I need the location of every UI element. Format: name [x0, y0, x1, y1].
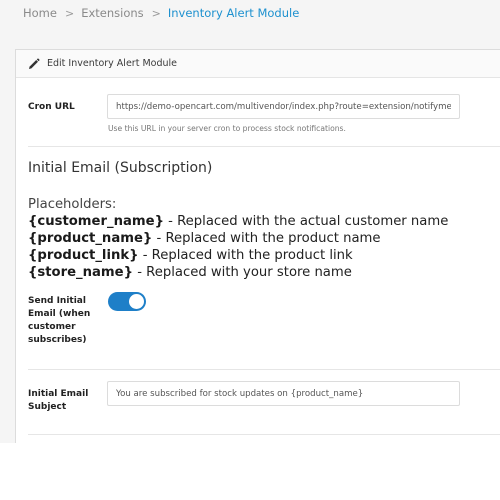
placeholder-item: {customer_name} - Replaced with the actu… — [28, 213, 448, 230]
placeholders-list: Placeholders: {customer_name} - Replaced… — [28, 196, 448, 281]
initial-email-subject-label: Initial Email Subject — [28, 388, 88, 414]
breadcrumb-home-link[interactable]: Home — [23, 6, 57, 20]
placeholder-token: {product_name} — [28, 231, 153, 246]
card-title: Edit Inventory Alert Module — [47, 58, 177, 69]
cron-url-label: Cron URL — [28, 102, 75, 112]
toggle-knob — [129, 294, 144, 309]
placeholder-token: {store_name} — [28, 265, 134, 280]
card-header: Edit Inventory Alert Module — [16, 50, 500, 78]
initial-email-subject-input[interactable] — [107, 381, 460, 406]
label-line: Subject — [28, 402, 67, 412]
send-initial-email-toggle[interactable] — [108, 292, 146, 311]
section-divider — [28, 434, 500, 435]
placeholders-heading: Placeholders: — [28, 197, 117, 212]
placeholder-description: - Replaced with your store name — [133, 265, 352, 280]
label-line: Email (when — [28, 309, 91, 319]
section-divider — [28, 369, 500, 370]
breadcrumb-separator-icon: > — [64, 6, 75, 20]
placeholder-item: {store_name} - Replaced with your store … — [28, 264, 448, 281]
label-line: customer — [28, 322, 76, 332]
cron-url-help-text: Use this URL in your server cron to proc… — [108, 124, 346, 133]
label-line: Initial Email — [28, 389, 89, 399]
label-line: Send Initial — [28, 296, 86, 306]
placeholder-description: - Replaced with the product name — [152, 231, 381, 246]
pencil-icon — [28, 57, 40, 70]
placeholder-token: {customer_name} — [28, 214, 164, 229]
breadcrumb-current-link[interactable]: Inventory Alert Module — [168, 6, 299, 20]
edit-module-card: Edit Inventory Alert Module Cron URL Use… — [15, 49, 500, 443]
placeholder-item: {product_name} - Replaced with the produ… — [28, 230, 448, 247]
placeholder-description: - Replaced with the actual customer name — [163, 214, 449, 229]
breadcrumb-extensions-link[interactable]: Extensions — [81, 6, 143, 20]
send-initial-email-label: Send Initial Email (when customer subscr… — [28, 295, 90, 347]
placeholder-item: {product_link} - Replaced with the produ… — [28, 247, 448, 264]
placeholder-description: - Replaced with the product link — [138, 248, 353, 263]
label-line: subscribes) — [28, 335, 87, 345]
breadcrumb: Home > Extensions > Inventory Alert Modu… — [23, 6, 299, 20]
breadcrumb-separator-icon: > — [151, 6, 161, 20]
placeholder-token: {product_link} — [28, 248, 139, 263]
section-divider — [28, 146, 500, 147]
cron-url-input[interactable] — [107, 94, 460, 119]
initial-email-section-title: Initial Email (Subscription) — [28, 160, 213, 176]
